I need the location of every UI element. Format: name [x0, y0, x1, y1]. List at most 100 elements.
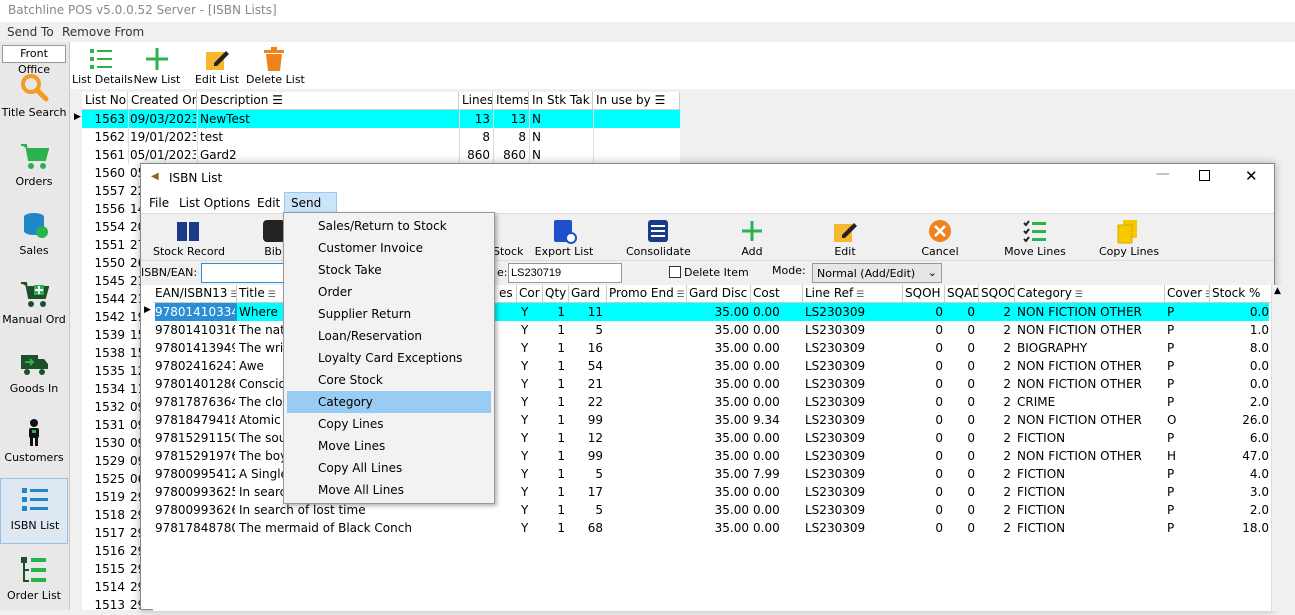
- grid-col-header[interactable]: Category ☰: [1015, 285, 1165, 303]
- minimize-icon[interactable]: —: [1156, 166, 1170, 182]
- new-list-button[interactable]: New List: [132, 42, 182, 88]
- col-header[interactable]: Description ☰: [197, 92, 459, 110]
- grid-col-header[interactable]: Line Ref ☰: [803, 285, 903, 303]
- menu-remove-from[interactable]: Remove From: [62, 25, 144, 39]
- grid-col-header[interactable]: SQOH: [903, 285, 945, 303]
- grid-scrollbar[interactable]: ▲: [1271, 285, 1285, 611]
- cancel-button[interactable]: Cancel: [918, 214, 962, 260]
- list-ref-label: e:: [497, 266, 508, 279]
- grid-cell: Y: [521, 485, 529, 499]
- nav-title-search[interactable]: Title Search: [0, 66, 68, 132]
- grid-col-header[interactable]: SQOO: [979, 285, 1015, 303]
- nav-isbn-list[interactable]: ISBN List: [0, 478, 68, 544]
- filter-icon[interactable]: ☰: [265, 290, 276, 300]
- filter-icon[interactable]: ☰: [227, 290, 236, 300]
- send-to-item[interactable]: Stock Take: [287, 259, 491, 281]
- col-header[interactable]: List No: [82, 92, 128, 110]
- grid-col-header[interactable]: Stock %: [1210, 285, 1275, 303]
- send-to-item[interactable]: Core Stock: [287, 369, 491, 391]
- grid-col-header[interactable]: Gard Disc: [687, 285, 751, 303]
- nav-orders[interactable]: Orders: [0, 135, 68, 201]
- send-to-item[interactable]: Loyalty Card Exceptions: [287, 347, 491, 369]
- isbn-input[interactable]: [201, 263, 285, 283]
- send-to-item[interactable]: Copy Lines: [287, 413, 491, 435]
- col-header[interactable]: Lines: [459, 92, 493, 110]
- bib-button[interactable]: Bib: [261, 214, 285, 260]
- send-to-item[interactable]: Order: [287, 281, 491, 303]
- chevron-up-icon[interactable]: ▲: [1274, 286, 1281, 296]
- send-to-item[interactable]: Customer Invoice: [287, 237, 491, 259]
- filter-icon[interactable]: ☰: [1072, 290, 1083, 300]
- grid-cell: 8.0: [1249, 341, 1269, 355]
- maximize-icon[interactable]: [1199, 170, 1210, 181]
- list-details-button[interactable]: List Details: [72, 42, 133, 88]
- grid-row[interactable]: 97817848780 The mermaid of Black Conch Y 1 6…: [153, 519, 1269, 537]
- menu-send-to[interactable]: Send To: [7, 25, 54, 39]
- close-icon[interactable]: ✕: [1245, 167, 1258, 185]
- filter-icon[interactable]: ☰: [655, 93, 666, 107]
- menu-list-options[interactable]: List Options: [179, 196, 250, 210]
- consolidate-button[interactable]: Consolidate: [626, 214, 691, 260]
- filter-icon[interactable]: ☰: [853, 290, 864, 300]
- copy-icon: [1117, 220, 1137, 244]
- nav-front-office-tab[interactable]: Front Office: [2, 45, 66, 76]
- send-to-item[interactable]: Loan/Reservation: [287, 325, 491, 347]
- menu-file[interactable]: File: [149, 196, 169, 210]
- grid-col-header[interactable]: Gard: [569, 285, 607, 303]
- export-list-button[interactable]: Export List: [534, 214, 594, 260]
- grid-col-header[interactable]: Promo End ☰: [607, 285, 687, 303]
- grid-cell: Y: [521, 413, 529, 427]
- col-header[interactable]: In Stk Tak: [529, 92, 593, 110]
- grid-col-header[interactable]: Cover ☰: [1165, 285, 1210, 303]
- stock-record-button[interactable]: Stock Record: [153, 214, 225, 260]
- send-to-item[interactable]: Supplier Return: [287, 303, 491, 325]
- nav-customers[interactable]: Customers: [0, 411, 68, 477]
- stock-record-label: Stock Record: [153, 245, 225, 258]
- nav-manual-ord[interactable]: Manual Ord: [0, 273, 68, 339]
- send-to-item[interactable]: Category: [287, 391, 491, 413]
- move-lines-button[interactable]: Move Lines: [1003, 214, 1067, 260]
- menu-edit[interactable]: Edit: [257, 196, 280, 210]
- send-to-item[interactable]: Copy All Lines: [287, 457, 491, 479]
- col-header[interactable]: In use by ☰: [593, 92, 680, 110]
- filter-icon[interactable]: ☰: [272, 93, 283, 107]
- grid-col-header[interactable]: EAN/ISBN13 ☰: [153, 285, 237, 303]
- cart-add-icon: [21, 282, 49, 307]
- send-to-item[interactable]: Sales/Return to Stock: [287, 215, 491, 237]
- filter-icon[interactable]: ☰: [1202, 290, 1209, 300]
- grid-col-header[interactable]: Cost: [751, 285, 803, 303]
- send-to-item[interactable]: Move All Lines: [287, 479, 491, 501]
- grid-col-header[interactable]: Qty: [543, 285, 569, 303]
- send-to-item[interactable]: Move Lines: [287, 435, 491, 457]
- send-to-dropdown: Sales/Return to Stock Customer Invoice Sto…: [283, 212, 495, 504]
- delete-item-checkbox[interactable]: [669, 266, 681, 278]
- mode-select[interactable]: Normal (Add/Edit) ⌄: [812, 263, 942, 283]
- add-button[interactable]: Add: [731, 214, 773, 260]
- list-ref-input[interactable]: [508, 263, 622, 283]
- grid-cell: 35.00: [714, 305, 749, 319]
- grid-col-header[interactable]: es: [497, 285, 517, 303]
- nav-order-list[interactable]: Order List: [0, 549, 68, 615]
- copy-lines-button[interactable]: Copy Lines: [1099, 214, 1159, 260]
- col-header[interactable]: Created On: [128, 92, 197, 110]
- list-row[interactable]: ▶ 1563 09/03/2023 NewTest 13 13 N: [74, 110, 680, 128]
- menu-send-to-open[interactable]: Send To: [284, 192, 337, 224]
- nav-goods-in[interactable]: Goods In: [0, 342, 68, 408]
- grid-cell: 97800993626: [155, 503, 235, 517]
- list-row[interactable]: 1561 05/01/2023 Gard2 860 860 N: [82, 146, 680, 164]
- list-row[interactable]: 1562 19/01/2023 test 8 8 N: [82, 128, 680, 146]
- edit-list-button[interactable]: Edit List: [192, 42, 242, 88]
- delete-list-button[interactable]: Delete List: [246, 42, 305, 88]
- grid-col-header[interactable]: SQAD: [945, 285, 979, 303]
- list-cell: 05/01/2023: [130, 148, 196, 162]
- grid-cell: 1: [557, 323, 565, 337]
- main-menubar: Send To Remove From: [0, 22, 1295, 42]
- nav-sales[interactable]: Sales: [0, 204, 68, 270]
- grid-col-header[interactable]: Cor: [517, 285, 543, 303]
- filter-icon[interactable]: ☰: [674, 290, 685, 300]
- grid-cell: FICTION: [1017, 431, 1066, 445]
- edit-button[interactable]: Edit: [824, 214, 866, 260]
- stock-button[interactable]: Stock: [493, 214, 523, 260]
- grid-cell: 5: [595, 503, 603, 517]
- col-header[interactable]: Items: [493, 92, 529, 110]
